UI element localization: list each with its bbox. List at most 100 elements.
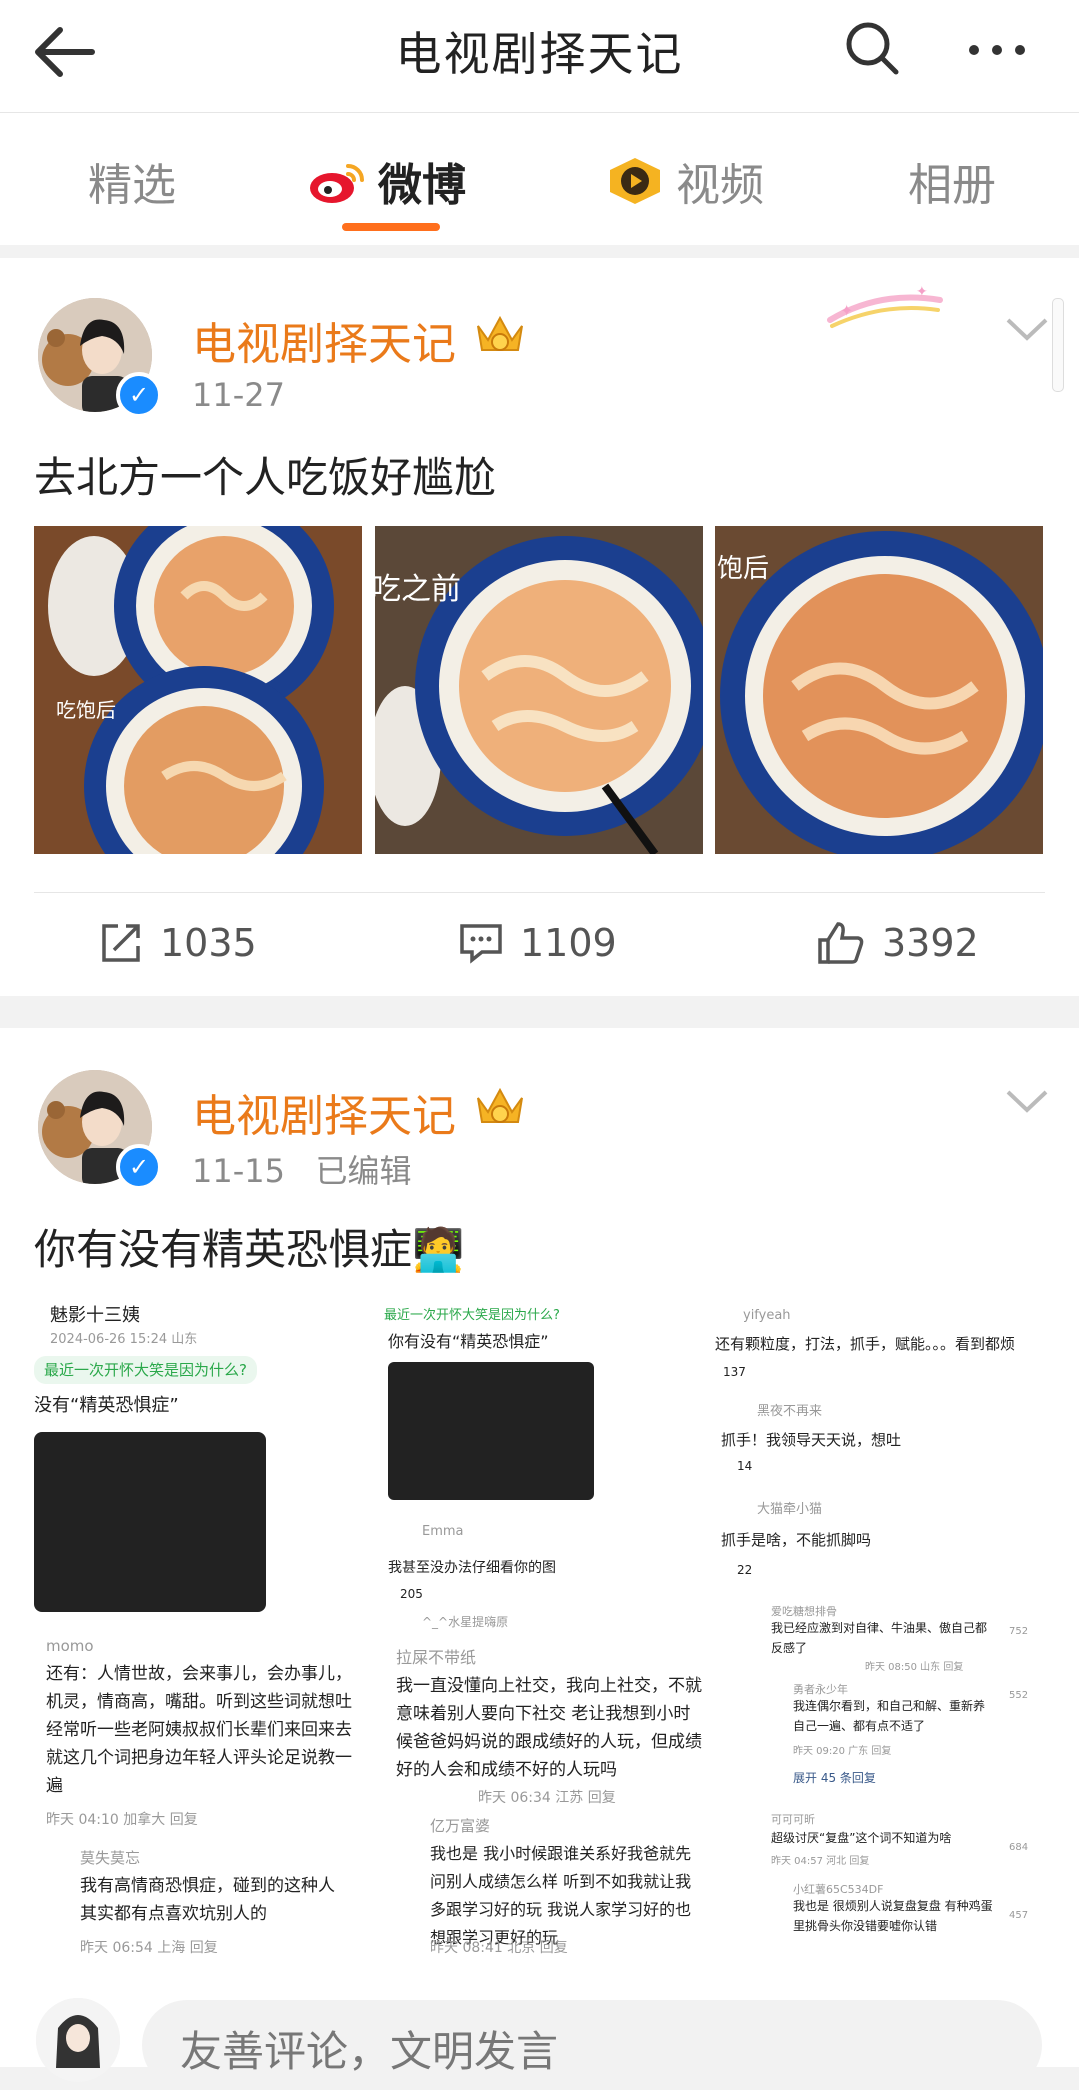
screenshot-inner-image — [34, 1432, 266, 1612]
chevron-down-icon[interactable] — [1004, 314, 1050, 344]
screenshot-sub-text: 我有高情商恐惧症，碰到的这种人其实都有点喜欢坑别人的 — [80, 1876, 335, 1924]
image-caption: 吃饱后 — [56, 698, 116, 722]
post-image-screenshot-3[interactable]: yifyeah 还有颗粒度，打法，抓手，赋能。。。看到都烦 137 黑夜不再来 … — [715, 1298, 1045, 1978]
edited-label: 已编辑 — [315, 1152, 412, 1190]
screenshot-user: ^_^水星提嗨原 — [422, 1615, 509, 1629]
comment-placeholder: 友善评论，文明发言 — [180, 2027, 559, 2076]
screenshot-sub-user: 亿万富婆 — [430, 1817, 491, 1835]
post-image-3[interactable]: 饱后 — [715, 526, 1043, 854]
search-icon[interactable] — [842, 18, 902, 78]
post-image-1[interactable]: 吃饱后 — [34, 526, 362, 854]
post-image-screenshot-1[interactable]: 魅影十三姨 2024-06-26 15:24 山东 最近一次开怀大笑是因为什么?… — [34, 1298, 364, 1978]
post-date: 11-15 已编辑 — [192, 1152, 412, 1190]
screenshot-comment: 我已经应激到对自律、牛油果、傲自己都反感了 — [771, 1621, 988, 1655]
screenshot-like-count: 684 — [1009, 1842, 1029, 1853]
screenshot-like-count: 457 — [1009, 1910, 1029, 1921]
tab-video[interactable]: 视频 — [606, 149, 764, 213]
screenshot-like-count: 752 — [1009, 1626, 1029, 1637]
screenshot-topic: 最近一次开怀大笑是因为什么? — [34, 1356, 257, 1384]
screenshot-meta: 昨天 09:20 广东 回复 — [793, 1746, 892, 1757]
post-card: ✓ 电视剧择天记 11-27 ✦ ✦ 去北方一个人吃饭好尴尬 吃饱后 吃之前 饱… — [0, 258, 1079, 996]
author-name[interactable]: 电视剧择天记 — [192, 1080, 456, 1144]
tab-bar: 精选 微博 视频 相册 — [0, 113, 1079, 245]
verified-badge-icon: ✓ — [116, 1144, 162, 1190]
post-text: 去北方一个人吃饭好尴尬 — [34, 453, 497, 502]
screenshot-comment: 抓手！我领导天天说，想吐 — [721, 1431, 902, 1449]
post-image-2[interactable]: 吃之前 — [375, 526, 703, 854]
decoration-sparkle-icon: ✦✦ — [827, 284, 943, 328]
image-caption: 饱后 — [717, 554, 770, 584]
screenshot-comment: 抓手是啥，不能抓脚吗 — [721, 1531, 872, 1549]
screenshot-reply-text: 还有：人情世故，会来事儿，会办事儿，机灵，情商高，嘴甜。听到这些词就想吐 经常听… — [46, 1664, 352, 1796]
author-name[interactable]: 电视剧择天记 — [192, 308, 456, 372]
thumbs-up-icon — [818, 922, 864, 964]
chevron-down-icon[interactable] — [1004, 1086, 1050, 1116]
action-bar: 1035 1109 3392 — [0, 920, 1079, 980]
comment-button[interactable]: 1109 — [458, 920, 617, 966]
comment-input[interactable]: 友善评论，文明发言 — [142, 2000, 1042, 2090]
screenshot-reply-meta: 昨天 04:10 加拿大 回复 — [46, 1812, 198, 1828]
screenshot-inner-image — [388, 1362, 594, 1500]
screenshot-sub-meta: 昨天 08:41 北京 回复 — [430, 1940, 568, 1956]
screenshot-reply-user: momo — [46, 1637, 94, 1655]
screenshot-question: 你有没有“精英恐惧症” — [388, 1332, 549, 1351]
comment-count: 1109 — [520, 921, 617, 965]
screenshot-reply-text: 我一直没懂向上社交，我向上社交，不就意味着别人要向下社交 老让我想到小时候爸爸妈… — [396, 1676, 702, 1780]
screenshot-comment: 超级讨厌“复盘”这个词不知道为啥 — [771, 1831, 952, 1845]
user-avatar[interactable] — [36, 1998, 120, 2082]
screenshot-user: 黑夜不再来 — [757, 1404, 823, 1419]
screenshot-reply-meta: 昨天 06:34 江苏 回复 — [478, 1790, 616, 1806]
screenshot-like-count: 14 — [737, 1459, 753, 1473]
repost-icon — [102, 924, 140, 962]
screenshot-comment: 我也是 很烦别人说复盘复盘 有种鸡蛋里挑骨头你没错要嘘你认错 — [793, 1899, 993, 1933]
screenshot-like-count: 137 — [723, 1365, 746, 1379]
avatar-image — [36, 1998, 120, 2082]
screenshot-meta: 昨天 08:50 山东 回复 — [865, 1662, 964, 1673]
weibo-logo-icon — [310, 164, 364, 203]
tab-featured[interactable]: 精选 — [88, 149, 176, 213]
post-card: ✓ 电视剧择天记 11-15 已编辑 你有没有精英恐惧症🧑‍💻 魅影十三姨 20… — [0, 1028, 1079, 1980]
scrollbar[interactable] — [1052, 298, 1064, 392]
like-count: 3392 — [882, 921, 979, 965]
page-title: 电视剧择天记 — [395, 27, 684, 81]
comment-bar: 友善评论，文明发言 — [0, 1980, 1079, 2090]
screenshot-comment: 我连偶尔看到，和自己和解、重新养自己一遍、都有点不适了 — [793, 1699, 986, 1733]
screenshot-like-count: 22 — [737, 1563, 753, 1577]
tab-album[interactable]: 相册 — [908, 149, 996, 213]
screenshot-meta: 昨天 04:57 河北 回复 — [771, 1856, 870, 1867]
screenshot-sub-meta: 昨天 06:54 上海 回复 — [80, 1940, 218, 1956]
comment-icon — [460, 924, 502, 964]
screenshot-comment: 我甚至没办法仔细看你的图 — [388, 1560, 556, 1576]
divider — [34, 892, 1045, 893]
screenshot-topic: 最近一次开怀大笑是因为什么? — [384, 1308, 560, 1323]
repost-button[interactable]: 1035 — [98, 920, 257, 966]
screenshot-like-count: 552 — [1009, 1690, 1029, 1701]
repost-count: 1035 — [160, 921, 257, 965]
crown-badge-icon — [477, 315, 523, 351]
screenshot-user: Emma — [422, 1524, 464, 1539]
screenshot-like-count: 205 — [400, 1587, 423, 1601]
top-bar: 电视剧择天记 — [0, 0, 1079, 113]
image-caption: 吃之前 — [375, 572, 461, 607]
screenshot-user: yifyeah — [743, 1308, 791, 1323]
active-tab-indicator — [342, 223, 440, 231]
expand-replies: 展开 45 条回复 — [793, 1771, 876, 1785]
svg-text:✦: ✦ — [840, 301, 853, 320]
post-text: 你有没有精英恐惧症🧑‍💻 — [34, 1225, 465, 1274]
technologist-emoji-icon: 🧑‍💻 — [412, 1225, 465, 1274]
post-image-screenshot-2[interactable]: 最近一次开怀大笑是因为什么? 你有没有“精英恐惧症” Emma 我甚至没办法仔细… — [378, 1298, 708, 1978]
noodle-photo — [34, 526, 362, 854]
tab-weibo[interactable]: 微博 — [308, 149, 466, 213]
screenshot-time: 2024-06-26 15:24 山东 — [50, 1332, 198, 1347]
screenshot-user: 大猫牵小猫 — [757, 1502, 823, 1517]
verified-badge-icon: ✓ — [116, 372, 162, 418]
svg-text:✦: ✦ — [916, 284, 928, 300]
screenshot-comment: 还有颗粒度，打法，抓手，赋能。。。看到都烦 — [715, 1335, 1016, 1353]
post-date: 11-27 — [192, 376, 285, 414]
screenshot-reply-user: 拉屎不带纸 — [396, 1648, 477, 1667]
screenshot-question: 没有“精英恐惧症” — [34, 1395, 179, 1416]
like-button[interactable]: 3392 — [816, 920, 979, 966]
more-options-icon[interactable] — [962, 20, 1032, 80]
crown-badge-icon — [477, 1087, 523, 1123]
screenshot-sub-user: 莫失莫忘 — [80, 1849, 141, 1867]
